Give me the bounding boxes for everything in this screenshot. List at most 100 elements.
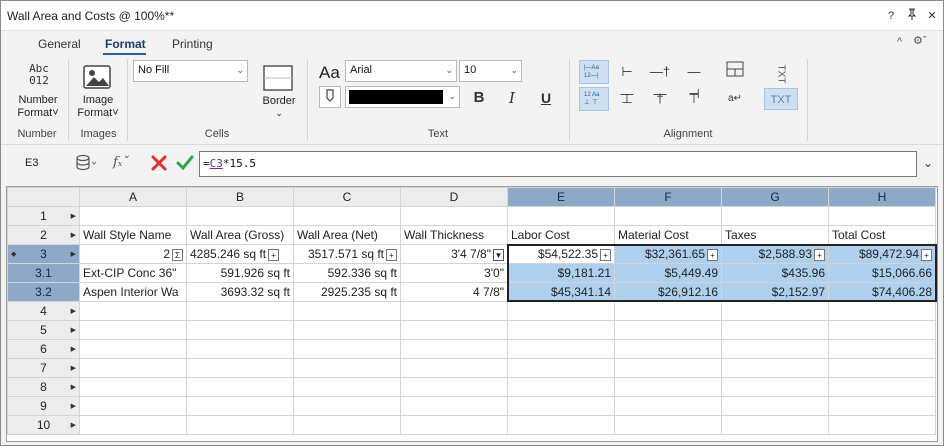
cell[interactable] xyxy=(828,396,936,416)
cell[interactable] xyxy=(721,377,829,397)
fill-color-select[interactable]: No Fill ⌄ xyxy=(133,60,248,82)
cell[interactable]: $9,181.21 xyxy=(507,263,615,283)
cell[interactable] xyxy=(186,301,294,321)
cell[interactable] xyxy=(507,358,615,378)
cancel-formula-button[interactable] xyxy=(150,154,168,172)
cell[interactable] xyxy=(828,301,936,321)
border-button[interactable]: Border ⌄ xyxy=(259,63,299,123)
data-source-button[interactable] xyxy=(75,154,103,174)
cell[interactable] xyxy=(293,415,401,435)
cell[interactable]: 2925.235 sq ft xyxy=(293,282,401,302)
expand-formula-button[interactable]: ⌄ xyxy=(923,156,933,170)
cell[interactable]: 591.926 sq ft xyxy=(186,263,294,283)
cell[interactable]: 3693.32 sq ft xyxy=(186,282,294,302)
cell[interactable] xyxy=(400,339,508,359)
expand-row-icon[interactable]: ▶ xyxy=(71,402,76,410)
cell[interactable] xyxy=(293,206,401,226)
cell[interactable]: $5,449.49 xyxy=(614,263,722,283)
cell[interactable]: 592.336 sq ft xyxy=(293,263,401,283)
cell[interactable]: $2,588.93 + xyxy=(721,244,829,264)
column-header-e[interactable]: E xyxy=(507,187,615,207)
font-size-select[interactable]: 10 ⌄ xyxy=(459,60,522,82)
cell[interactable] xyxy=(507,415,615,435)
row-header[interactable]: 9 ▶ xyxy=(7,396,80,416)
select-all-corner[interactable] xyxy=(7,187,80,207)
tab-format[interactable]: Format xyxy=(105,37,146,51)
cell[interactable] xyxy=(400,320,508,340)
row-header[interactable]: 8 ▶ xyxy=(7,377,80,397)
row-header[interactable]: 10 ▶ xyxy=(7,415,80,435)
expand-cell-icon[interactable]: + xyxy=(600,248,611,261)
cell[interactable]: $435.96 xyxy=(721,263,829,283)
cell[interactable]: $15,066.66 xyxy=(828,263,936,283)
align-middle-button[interactable]: † xyxy=(649,88,671,110)
expand-row-icon[interactable]: ▶ xyxy=(71,345,76,353)
cell[interactable]: $74,406.28 xyxy=(828,282,936,302)
cell[interactable] xyxy=(721,358,829,378)
cell[interactable] xyxy=(614,396,722,416)
expand-row-icon[interactable]: ▶ xyxy=(71,307,76,315)
cell[interactable] xyxy=(507,301,615,321)
image-format-button[interactable]: Image Format˅ xyxy=(73,61,123,125)
cell[interactable] xyxy=(721,415,829,435)
cell[interactable]: 3517.571 sq ft + xyxy=(293,244,401,264)
row-header[interactable]: 2 ▶ xyxy=(7,225,80,245)
align-center-button[interactable]: —†— xyxy=(649,61,671,101)
dropdown-icon[interactable]: ▼ xyxy=(493,248,504,261)
cell[interactable]: $26,912.16 xyxy=(614,282,722,302)
expand-cell-icon[interactable]: + xyxy=(814,248,825,261)
cell[interactable] xyxy=(186,358,294,378)
cell[interactable]: Ext-CIP Conc 36" xyxy=(79,263,187,283)
cell[interactable]: 3'4 7/8" ▼ xyxy=(400,244,508,264)
cell[interactable] xyxy=(79,377,187,397)
italic-button[interactable]: I xyxy=(501,87,523,109)
cell[interactable] xyxy=(293,396,401,416)
cell[interactable]: $54,522.35 + xyxy=(507,244,615,264)
cell[interactable]: Material Cost xyxy=(614,225,722,245)
cell[interactable] xyxy=(507,320,615,340)
cell[interactable] xyxy=(79,358,187,378)
cell[interactable] xyxy=(79,301,187,321)
cell[interactable] xyxy=(186,339,294,359)
cell[interactable] xyxy=(186,206,294,226)
cell[interactable] xyxy=(400,358,508,378)
align-bottom-button[interactable]: ⊥ xyxy=(616,88,638,110)
column-header-f[interactable]: F xyxy=(614,187,722,207)
cell[interactable] xyxy=(828,206,936,226)
text-color-button[interactable] xyxy=(319,86,341,108)
column-header-c[interactable]: C xyxy=(293,187,401,207)
expand-row-icon[interactable]: ▶ xyxy=(71,326,76,334)
cell[interactable] xyxy=(186,320,294,340)
cell[interactable]: Aspen Interior Wa xyxy=(79,282,187,302)
spreadsheet-grid[interactable]: A B C D E F G H 1 ▶ 2 ▶ Wall Style Name … xyxy=(6,186,938,442)
close-button[interactable]: ✕ xyxy=(924,8,940,24)
text-orientation-horizontal-button[interactable]: |—Aa 12—| xyxy=(579,60,609,84)
cell[interactable]: Total Cost xyxy=(828,225,936,245)
group-toggle-icon[interactable]: ◆ xyxy=(11,250,16,258)
expand-row-icon[interactable]: ▶ xyxy=(71,421,76,429)
cell[interactable] xyxy=(79,339,187,359)
cell[interactable] xyxy=(721,339,829,359)
cell[interactable] xyxy=(400,301,508,321)
cell[interactable] xyxy=(614,339,722,359)
tab-general[interactable]: General xyxy=(38,37,81,51)
cell[interactable] xyxy=(400,396,508,416)
cell[interactable] xyxy=(507,206,615,226)
cell[interactable]: Wall Style Name xyxy=(79,225,187,245)
expand-cell-icon[interactable]: + xyxy=(386,248,397,261)
tab-printing[interactable]: Printing xyxy=(172,37,213,51)
cell[interactable]: Wall Thickness xyxy=(400,225,508,245)
cell[interactable] xyxy=(507,339,615,359)
help-button[interactable]: ? xyxy=(883,8,899,24)
column-header-b[interactable]: B xyxy=(186,187,294,207)
cell[interactable]: $89,472.94 + xyxy=(828,244,936,264)
expand-row-icon[interactable]: ▶ xyxy=(71,250,76,258)
cell[interactable] xyxy=(828,339,936,359)
cell[interactable] xyxy=(614,206,722,226)
cell[interactable] xyxy=(614,358,722,378)
cell[interactable] xyxy=(614,301,722,321)
cell[interactable] xyxy=(79,396,187,416)
expand-cell-icon[interactable]: + xyxy=(268,248,280,261)
cell[interactable] xyxy=(828,358,936,378)
cell[interactable] xyxy=(507,396,615,416)
